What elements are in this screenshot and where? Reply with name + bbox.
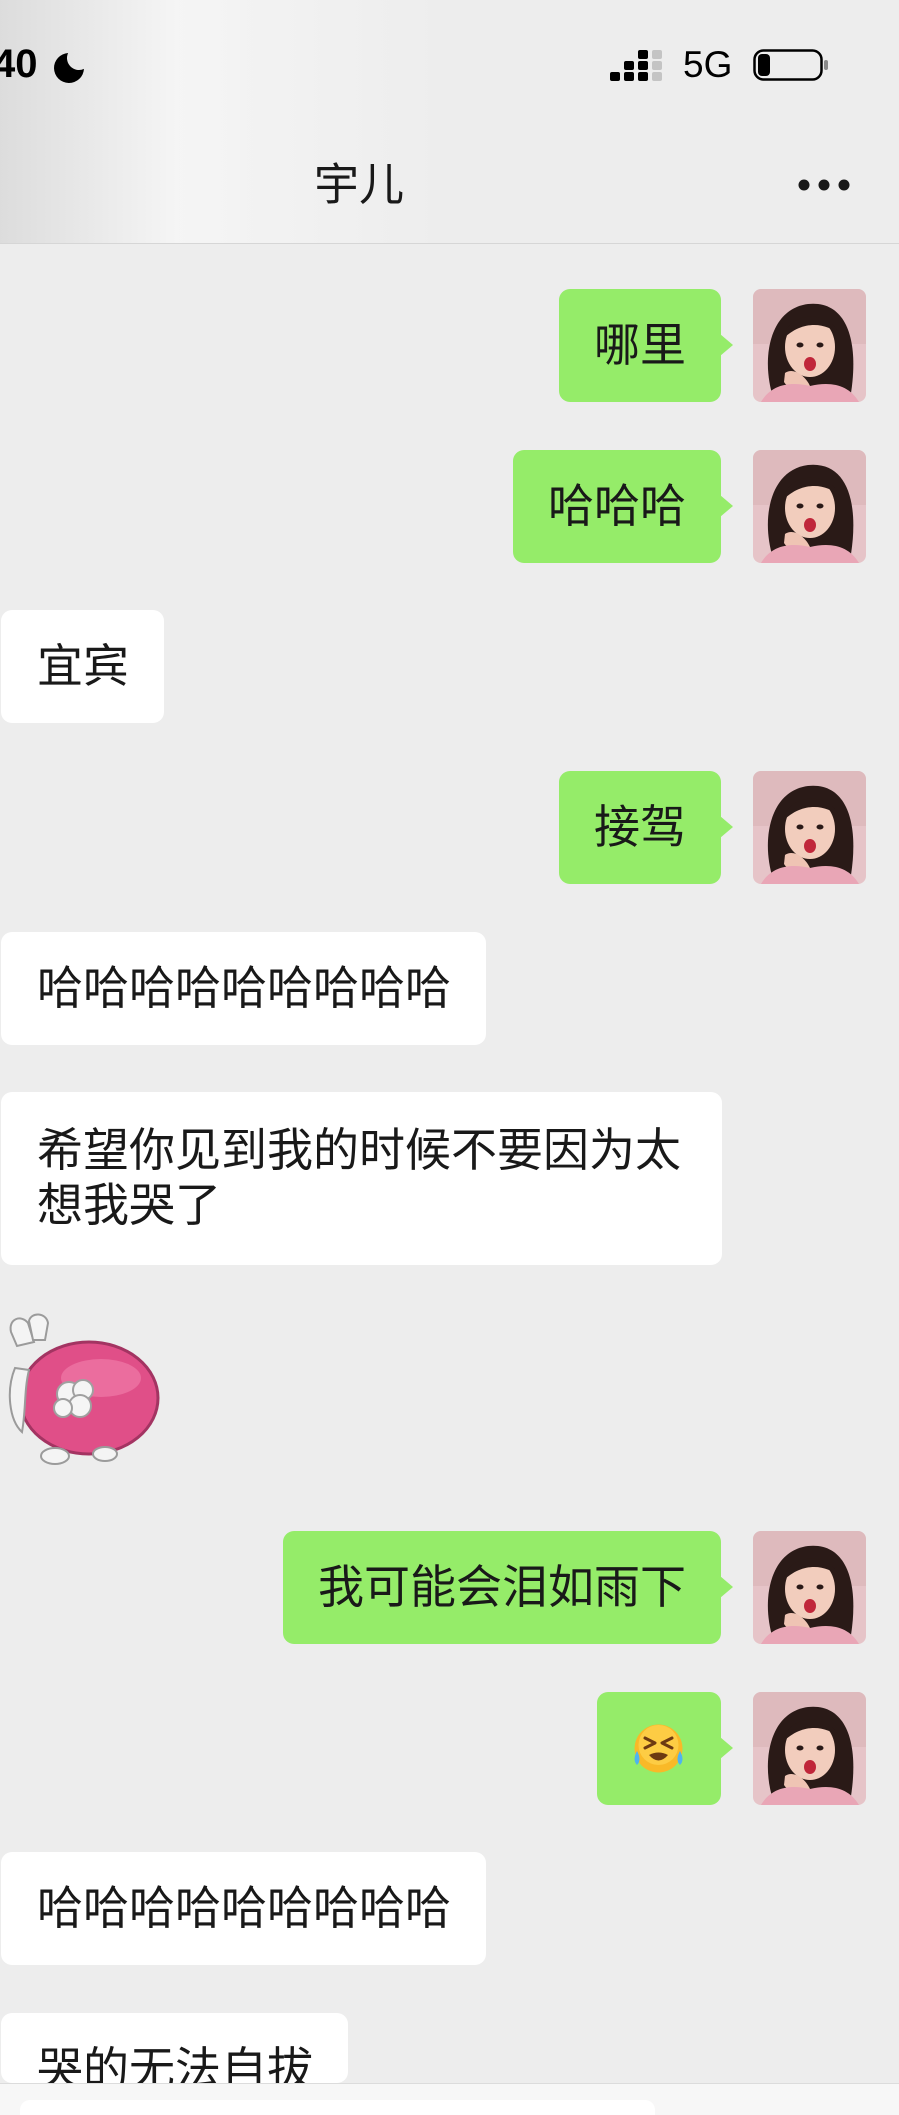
status-time: 40 xyxy=(0,42,38,86)
message-bubble-sent[interactable]: 哪里 xyxy=(559,289,733,402)
message-text: 接驾 xyxy=(594,801,686,853)
avatar[interactable] xyxy=(753,1692,866,1805)
message-row-received: 希望你见到我的时候不要因为太想我哭了 xyxy=(0,1092,899,1265)
message-bubble-sent[interactable]: 哈哈哈 xyxy=(513,450,733,563)
cry-laugh-emoji xyxy=(634,1724,683,1773)
message-text: 哈哈哈 xyxy=(548,480,686,532)
avatar[interactable] xyxy=(753,771,866,884)
more-icon[interactable] xyxy=(798,178,850,192)
signal-icon xyxy=(610,50,662,81)
message-text: 希望你见到我的时候不要因为太想我哭了 xyxy=(37,1124,681,1231)
battery-icon xyxy=(753,49,828,81)
avatar[interactable] xyxy=(753,1531,866,1644)
message-row-sent: 接驾 xyxy=(0,771,899,884)
message-bubble-sent[interactable] xyxy=(597,1692,733,1805)
message-row-received: 哈哈哈哈哈哈哈哈哈 xyxy=(0,932,899,1045)
message-row-received xyxy=(0,1310,899,1472)
battery-level-fill xyxy=(758,54,770,76)
message-row-received: 宜宾 xyxy=(0,610,899,723)
message-text: 我可能会泪如雨下 xyxy=(318,1561,686,1613)
message-bubble-sent[interactable]: 接驾 xyxy=(559,771,733,884)
message-bubble-received[interactable]: 宜宾 xyxy=(1,610,164,723)
message-bubble-received[interactable]: 哭的无法自拔 xyxy=(1,2013,348,2083)
avatar[interactable] xyxy=(753,289,866,402)
message-row-received: 哭的无法自拔 xyxy=(0,2013,899,2083)
message-row-sent: 哪里 xyxy=(0,289,899,402)
message-row-received: 哈哈哈哈哈哈哈哈哈 xyxy=(0,1852,899,1965)
moon-icon xyxy=(54,53,84,83)
pink-pig-sticker[interactable] xyxy=(3,1310,162,1472)
message-bubble-received[interactable]: 哈哈哈哈哈哈哈哈哈 xyxy=(1,932,486,1045)
message-row-sent xyxy=(0,1692,899,1805)
message-bubble-sent[interactable]: 我可能会泪如雨下 xyxy=(283,1531,733,1644)
message-input-bar xyxy=(0,2083,899,2115)
top-bar: 40 5G 宇儿 xyxy=(0,0,899,243)
message-row-sent: 哈哈哈 xyxy=(0,450,899,563)
network-type: 5G xyxy=(683,44,733,85)
message-text: 宜宾 xyxy=(37,640,129,692)
chat-title: 宇儿 xyxy=(313,159,404,210)
message-bubble-received[interactable]: 希望你见到我的时候不要因为太想我哭了 xyxy=(1,1092,722,1265)
header-divider xyxy=(0,243,899,244)
message-text: 哈哈哈哈哈哈哈哈哈 xyxy=(37,962,451,1014)
message-text: 哪里 xyxy=(594,319,686,371)
message-text: 哭的无法自拔 xyxy=(37,2043,313,2083)
message-input[interactable] xyxy=(20,2100,655,2115)
message-text: 哈哈哈哈哈哈哈哈哈 xyxy=(37,1882,451,1934)
message-bubble-received[interactable]: 哈哈哈哈哈哈哈哈哈 xyxy=(1,1852,486,1965)
message-row-sent: 我可能会泪如雨下 xyxy=(0,1531,899,1644)
chat-message-list[interactable]: 哪里 哈哈哈 宜宾 接驾 哈哈哈哈哈哈哈哈哈 希望你见到我的时候不要因为太想我哭… xyxy=(0,245,899,2083)
avatar[interactable] xyxy=(753,450,866,563)
